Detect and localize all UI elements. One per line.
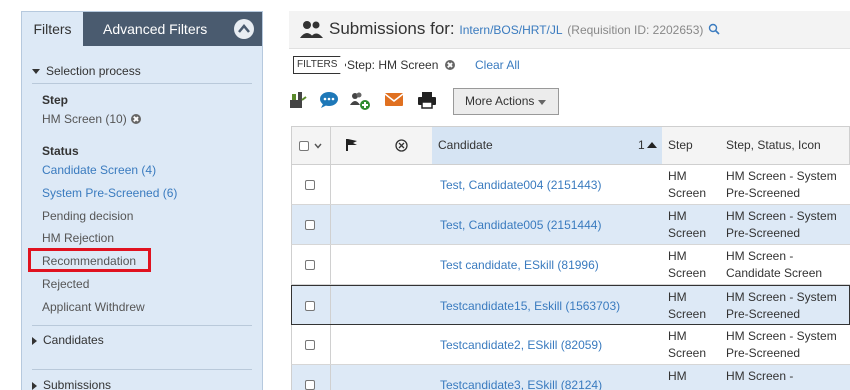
table-row[interactable]: Test candidate, ESkill (81996) HM Screen H… bbox=[291, 245, 850, 285]
title-label: Submissions for: bbox=[329, 19, 455, 38]
step-cell: HM bbox=[668, 369, 687, 383]
submissions-panel: Submissions for: Intern/BOS/HRT/JL (Requ… bbox=[289, 11, 850, 390]
candidate-link[interactable]: Testcandidate15, Eskill (1563703) bbox=[440, 299, 620, 313]
flag-icon bbox=[346, 139, 357, 151]
section-label: Candidates bbox=[43, 333, 104, 347]
caret-down-icon bbox=[32, 69, 40, 75]
step-status-cell: HM Screen - System Pre-Screened bbox=[726, 290, 837, 321]
divider bbox=[330, 245, 331, 284]
section-candidates[interactable]: Candidates bbox=[32, 333, 104, 347]
sort-ascending-icon bbox=[647, 142, 657, 148]
step-cell: HM Screen bbox=[668, 169, 707, 200]
step-status-cell: HM Screen - bbox=[726, 369, 794, 383]
caret-right-icon bbox=[32, 336, 37, 345]
row-checkbox[interactable] bbox=[305, 220, 315, 230]
requisition-id: (Requisition ID: 2202653) bbox=[567, 23, 704, 37]
row-checkbox[interactable] bbox=[305, 380, 315, 390]
step-status-cell: HM Screen - System Pre-Screened bbox=[726, 329, 837, 360]
table-row[interactable]: Testcandidate3, ESkill (82124) HM HM Scree… bbox=[291, 365, 850, 390]
table-row[interactable]: Test, Candidate005 (2151444) HM Screen HM … bbox=[291, 205, 850, 245]
table-row[interactable]: Testcandidate2, ESkill (82059) HM Screen H… bbox=[291, 325, 850, 365]
table-row[interactable]: Test, Candidate004 (2151443) HM Screen HM … bbox=[291, 165, 850, 205]
active-filter-label: Step: HM Screen bbox=[347, 58, 439, 72]
column-header-step[interactable]: Step bbox=[668, 127, 693, 164]
row-checkbox[interactable] bbox=[305, 180, 315, 190]
filters-sidebar: Filters Advanced Filters Selection proce… bbox=[21, 11, 263, 390]
column-header-step-status-icon[interactable]: Step, Status, Icon bbox=[726, 127, 821, 164]
search-requisition-icon[interactable] bbox=[708, 23, 720, 35]
caret-right-icon bbox=[32, 381, 37, 390]
status-item-applicant-withdrew: Applicant Withdrew bbox=[42, 300, 145, 314]
caret-down-icon bbox=[538, 100, 546, 105]
filters-badge: FILTERS bbox=[293, 56, 347, 74]
chevron-up-icon bbox=[238, 24, 250, 33]
sidebar-tabs: Filters Advanced Filters bbox=[22, 12, 262, 46]
status-item-rejected: Rejected bbox=[42, 277, 90, 291]
email-icon[interactable] bbox=[384, 91, 404, 107]
step-cell: HM Screen bbox=[668, 209, 707, 240]
chat-icon[interactable] bbox=[319, 91, 339, 109]
step-cell: HM Screen bbox=[668, 249, 707, 280]
status-item-candidate-screen[interactable]: Candidate Screen (4) bbox=[42, 163, 156, 177]
divider bbox=[330, 165, 331, 204]
row-checkbox[interactable] bbox=[305, 301, 315, 311]
candidate-link[interactable]: Test, Candidate004 (2151443) bbox=[440, 178, 601, 192]
step-cell: HM Screen bbox=[668, 329, 707, 360]
divider bbox=[330, 286, 331, 324]
page-title: Submissions for: Intern/BOS/HRT/JL (Requ… bbox=[329, 19, 720, 39]
people-icon bbox=[300, 21, 323, 38]
column-header-candidate[interactable]: Candidate 1 bbox=[432, 127, 662, 164]
table-row[interactable]: Testcandidate15, Eskill (1563703) HM Scre… bbox=[291, 285, 850, 325]
status-item-pending-decision: Pending decision bbox=[42, 209, 134, 223]
select-all-checkbox[interactable] bbox=[299, 141, 309, 151]
tab-filters[interactable]: Filters bbox=[22, 12, 83, 46]
active-filter-chip: Step: HM Screen bbox=[347, 58, 456, 72]
step-status-cell: HM Screen - System Pre-Screened bbox=[726, 169, 837, 200]
row-checkbox[interactable] bbox=[305, 340, 315, 350]
step-status-cell: HM Screen - System Pre-Screened bbox=[726, 209, 837, 240]
divider bbox=[330, 205, 331, 244]
column-label: Candidate bbox=[438, 138, 493, 152]
divider bbox=[32, 369, 252, 370]
section-submissions[interactable]: Submissions bbox=[32, 378, 111, 390]
select-all-control[interactable] bbox=[292, 127, 330, 164]
sort-index: 1 bbox=[638, 138, 645, 152]
divider bbox=[32, 325, 252, 326]
step-heading: Step bbox=[42, 93, 69, 107]
divider bbox=[330, 325, 331, 364]
workflow-icon[interactable] bbox=[289, 91, 307, 109]
highlight-annotation-box bbox=[28, 248, 151, 272]
more-actions-label: More Actions bbox=[465, 94, 535, 108]
step-cell: HM Screen bbox=[668, 290, 707, 321]
step-filter-value: HM Screen (10) bbox=[42, 112, 127, 126]
remove-filter-icon[interactable] bbox=[445, 60, 456, 70]
divider bbox=[330, 365, 331, 390]
section-selection-process[interactable]: Selection process bbox=[32, 64, 141, 78]
table-header: Candidate 1 Step Step, Status, Icon bbox=[291, 126, 850, 165]
page-header: Submissions for: Intern/BOS/HRT/JL (Requ… bbox=[289, 11, 850, 49]
step-filter-chip: HM Screen (10) bbox=[42, 112, 141, 126]
remove-filter-icon[interactable] bbox=[130, 114, 141, 124]
collapse-sidebar-button[interactable] bbox=[234, 19, 254, 39]
candidate-link[interactable]: Testcandidate2, ESkill (82059) bbox=[440, 338, 602, 352]
step-status-cell: HM Screen - Candidate Screen bbox=[726, 249, 823, 280]
clear-all-link[interactable]: Clear All bbox=[475, 58, 520, 72]
status-item-system-pre-screened[interactable]: System Pre-Screened (6) bbox=[42, 186, 177, 200]
divider bbox=[32, 83, 252, 84]
requisition-link[interactable]: Intern/BOS/HRT/JL bbox=[459, 23, 562, 37]
status-heading: Status bbox=[42, 144, 79, 158]
section-label: Selection process bbox=[46, 64, 141, 78]
candidate-link[interactable]: Testcandidate3, ESkill (82124) bbox=[440, 378, 602, 390]
printer-icon[interactable] bbox=[417, 91, 437, 109]
add-person-icon[interactable] bbox=[349, 91, 371, 111]
candidate-link[interactable]: Test candidate, ESkill (81996) bbox=[440, 258, 599, 272]
row-checkbox[interactable] bbox=[305, 260, 315, 270]
section-label: Submissions bbox=[43, 378, 112, 390]
more-actions-dropdown[interactable]: More Actions bbox=[453, 88, 559, 115]
chevron-down-icon bbox=[314, 143, 322, 149]
withdrawn-column-icon bbox=[395, 139, 408, 152]
divider bbox=[330, 127, 331, 164]
status-item-hm-rejection: HM Rejection bbox=[42, 231, 115, 245]
candidate-link[interactable]: Test, Candidate005 (2151444) bbox=[440, 218, 601, 232]
